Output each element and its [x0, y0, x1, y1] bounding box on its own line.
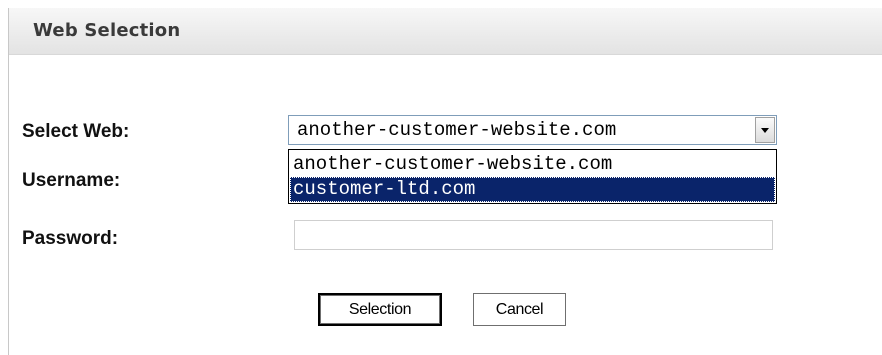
selection-button[interactable]: Selection: [318, 293, 442, 326]
password-field[interactable]: [294, 220, 773, 250]
panel-title: Web Selection: [33, 20, 181, 41]
web-select-dropdown: another-customer-website.com customer-lt…: [288, 149, 777, 204]
select-web-label: Select Web:: [22, 121, 130, 142]
password-label: Password:: [22, 228, 119, 249]
web-option-customer-ltd[interactable]: customer-ltd.com: [290, 177, 775, 202]
username-label: Username:: [22, 170, 121, 191]
web-select-value: another-customer-website.com: [297, 119, 617, 141]
panel-header: Web Selection: [9, 8, 882, 55]
cancel-button[interactable]: Cancel: [473, 293, 566, 326]
web-select[interactable]: another-customer-website.com: [288, 115, 777, 145]
chevron-down-icon[interactable]: [755, 117, 775, 143]
web-option-another-customer-website[interactable]: another-customer-website.com: [290, 152, 775, 177]
